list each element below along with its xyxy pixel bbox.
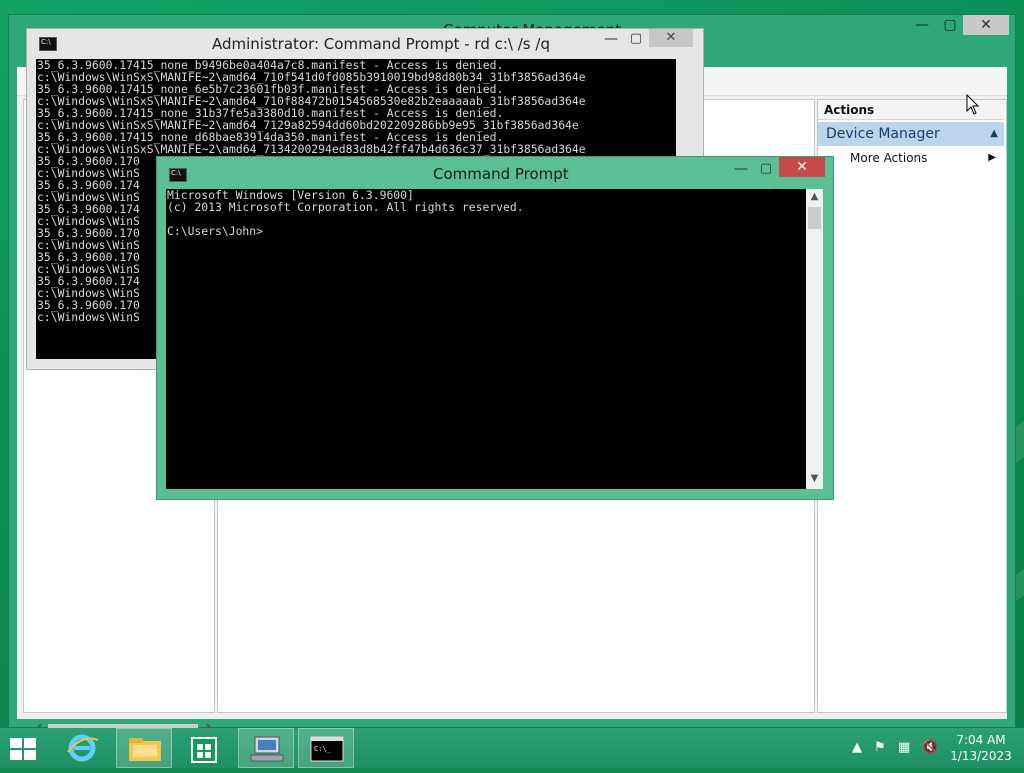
more-actions-item[interactable]: More Actions ▶ <box>818 148 1004 168</box>
console-icon: C:\ <box>169 168 187 182</box>
action-center-flag-icon[interactable]: ⚑ <box>874 740 886 755</box>
network-icon[interactable]: ▦ <box>898 740 910 755</box>
more-actions-label: More Actions <box>850 151 928 165</box>
cm-close-button[interactable]: ✕ <box>963 15 1009 35</box>
admin-window-title: Administrator: Command Prompt - rd c:\ /… <box>212 35 550 53</box>
computer-management-icon <box>250 736 284 762</box>
taskbar: C:\_ ▲ ⚑ ▦ 🔇 7:04 AM 1/13/2023 <box>0 728 1024 768</box>
start-logo-tile <box>24 738 36 748</box>
admin-titlebar[interactable]: C:\ Administrator: Command Prompt - rd c… <box>27 29 703 57</box>
svg-text:C:\_: C:\_ <box>314 745 332 753</box>
command-prompt-window[interactable]: C:\ Command Prompt — ▢ ✕ Microsoft Windo… <box>156 156 834 500</box>
device-manager-label: Device Manager <box>826 126 940 142</box>
admin-minimize-button[interactable]: — <box>599 31 623 51</box>
cmd-vertical-scrollbar[interactable]: ▲ ▼ <box>806 189 823 489</box>
clock-date: 1/13/2023 <box>950 749 1012 763</box>
start-logo-tile <box>10 750 22 760</box>
taskbar-computer-management[interactable] <box>238 728 294 768</box>
cm-minimize-button[interactable]: — <box>907 15 937 37</box>
store-icon <box>191 737 217 763</box>
admin-maximize-button[interactable]: ▢ <box>624 31 648 51</box>
show-hidden-icons-icon[interactable]: ▲ <box>852 740 862 755</box>
actions-pane: Actions Device Manager ▲ More Actions ▶ <box>817 99 1007 713</box>
internet-explorer-icon <box>67 734 99 762</box>
cmd-scroll-thumb[interactable] <box>808 207 821 229</box>
collapse-icon[interactable]: ▲ <box>990 122 998 146</box>
submenu-arrow-icon: ▶ <box>988 152 996 163</box>
command-prompt-icon: C:\_ <box>310 736 344 762</box>
start-button[interactable] <box>10 738 38 760</box>
start-logo-tile <box>24 750 36 760</box>
cmd-window-title: Command Prompt <box>433 165 569 183</box>
cmd-console-text: Microsoft Windows [Version 6.3.9600] (c)… <box>167 188 524 238</box>
cmd-close-button[interactable]: ✕ <box>779 157 825 177</box>
cmd-console-output[interactable]: Microsoft Windows [Version 6.3.9600] (c)… <box>166 189 806 489</box>
scroll-down-icon[interactable]: ▼ <box>806 473 823 484</box>
cmd-minimize-button[interactable]: — <box>729 161 753 181</box>
scroll-up-icon[interactable]: ▲ <box>806 191 823 202</box>
taskbar-store[interactable] <box>176 728 232 768</box>
taskbar-file-explorer[interactable] <box>116 728 172 768</box>
clock-time: 7:04 AM <box>956 733 1006 747</box>
taskbar-command-prompt[interactable]: C:\_ <box>298 728 354 768</box>
admin-close-button[interactable]: ✕ <box>649 29 693 47</box>
taskbar-internet-explorer[interactable] <box>56 728 112 768</box>
cmd-maximize-button[interactable]: ▢ <box>754 161 778 181</box>
console-icon: C:\ <box>39 37 57 51</box>
volume-muted-icon[interactable]: 🔇 <box>922 740 938 755</box>
actions-device-manager[interactable]: Device Manager ▲ <box>818 122 1004 146</box>
cm-maximize-button[interactable]: ▢ <box>935 15 965 37</box>
start-logo-tile <box>10 738 22 748</box>
taskbar-clock[interactable]: 7:04 AM 1/13/2023 <box>946 732 1016 764</box>
file-explorer-icon <box>129 738 161 761</box>
mouse-cursor-icon <box>966 94 980 115</box>
